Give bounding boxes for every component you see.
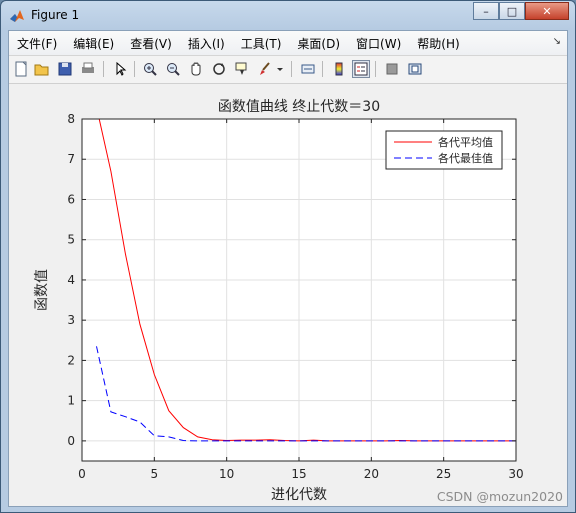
zoom-out-icon[interactable] xyxy=(164,60,182,78)
menu-window[interactable]: 窗口(W) xyxy=(348,35,409,52)
y-tick-label: 6 xyxy=(67,192,75,206)
pointer-icon[interactable] xyxy=(111,60,129,78)
show-plot-tools-icon[interactable] xyxy=(406,60,424,78)
toolbar-separator xyxy=(134,61,135,77)
menu-help[interactable]: 帮助(H) xyxy=(409,35,467,52)
x-tick-label: 15 xyxy=(291,467,306,481)
y-tick-label: 7 xyxy=(67,152,75,166)
menu-insert[interactable]: 插入(I) xyxy=(180,35,233,52)
legend-label-1: 各代最佳值 xyxy=(438,151,493,165)
link-plot-icon[interactable] xyxy=(299,60,317,78)
x-tick-label: 10 xyxy=(219,467,234,481)
open-file-icon[interactable] xyxy=(33,60,51,78)
x-tick-label: 25 xyxy=(436,467,451,481)
menu-tools[interactable]: 工具(T) xyxy=(233,35,290,52)
toolbar-separator xyxy=(103,61,104,77)
legend-label-0: 各代平均值 xyxy=(438,135,493,149)
title-bar[interactable]: Figure 1 – □ ✕ xyxy=(1,1,575,30)
x-tick-label: 5 xyxy=(151,467,159,481)
close-button[interactable]: ✕ xyxy=(525,2,569,20)
y-tick-label: 3 xyxy=(67,313,75,327)
data-cursor-icon[interactable] xyxy=(233,60,251,78)
menu-desktop[interactable]: 桌面(D) xyxy=(289,35,348,52)
x-tick-label: 20 xyxy=(364,467,379,481)
new-figure-icon[interactable] xyxy=(12,60,30,78)
menu-edit[interactable]: 编辑(E) xyxy=(65,35,122,52)
figure-client-area: 文件(F) 编辑(E) 查看(V) 插入(I) 工具(T) 桌面(D) 窗口(W… xyxy=(8,30,568,507)
matlab-logo-icon xyxy=(10,10,24,22)
maximize-button[interactable]: □ xyxy=(499,2,525,20)
watermark: CSDN @mozun2020 xyxy=(436,489,563,504)
zoom-in-icon[interactable] xyxy=(141,60,159,78)
close-icon: ✕ xyxy=(542,4,552,18)
insert-colorbar-icon[interactable] xyxy=(330,60,348,78)
chart-title: 函数值曲线 终止代数＝30 xyxy=(218,99,380,115)
print-icon[interactable] xyxy=(79,60,97,78)
y-tick-label: 1 xyxy=(67,394,75,408)
y-tick-label: 8 xyxy=(67,112,75,126)
save-icon[interactable] xyxy=(56,60,74,78)
menu-view[interactable]: 查看(V) xyxy=(122,35,180,52)
y-tick-label: 2 xyxy=(67,353,75,367)
pan-icon[interactable] xyxy=(187,60,205,78)
y-tick-label: 0 xyxy=(67,434,75,448)
toolbar-separator xyxy=(322,61,323,77)
brush-icon[interactable] xyxy=(256,60,274,78)
x-axis-label: 进化代数 xyxy=(271,487,327,503)
y-tick-label: 4 xyxy=(67,273,75,287)
minimize-icon: – xyxy=(483,4,489,18)
toolbar-separator xyxy=(375,61,376,77)
menu-bar: 文件(F) 编辑(E) 查看(V) 插入(I) 工具(T) 桌面(D) 窗口(W… xyxy=(9,31,567,56)
insert-legend-icon[interactable] xyxy=(352,60,370,78)
figure-toolbar xyxy=(9,56,567,84)
minimize-button[interactable]: – xyxy=(473,2,499,20)
x-tick-label: 30 xyxy=(508,467,523,481)
maximize-icon: □ xyxy=(506,4,518,18)
y-tick-label: 5 xyxy=(67,233,75,247)
hide-plot-tools-icon[interactable] xyxy=(383,60,401,78)
toolbar-separator xyxy=(291,61,292,77)
plot-svg: 0 5 10 15 20 25 30 0 1 2 3 4 5 6 7 8 函数值曲线 终止代数＝30 进化代数 函数… xyxy=(34,84,524,503)
figure-canvas: 0 5 10 15 20 25 30 0 1 2 3 4 5 6 7 8 函数值曲线 终止代数＝30 进化代数 函数… xyxy=(9,84,567,506)
rotate-3d-icon[interactable] xyxy=(210,60,228,78)
figure-window: Figure 1 – □ ✕ 文件(F) 编辑(E) 查看(V) 插入(I) 工… xyxy=(0,0,576,513)
y-axis-label: 函数值 xyxy=(34,269,50,311)
menu-file[interactable]: 文件(F) xyxy=(9,35,65,52)
x-tick-label: 0 xyxy=(78,467,86,481)
brush-dropdown-icon[interactable] xyxy=(275,60,285,78)
menu-overflow-icon[interactable]: ↘ xyxy=(553,36,561,47)
window-title: Figure 1 xyxy=(31,8,80,22)
